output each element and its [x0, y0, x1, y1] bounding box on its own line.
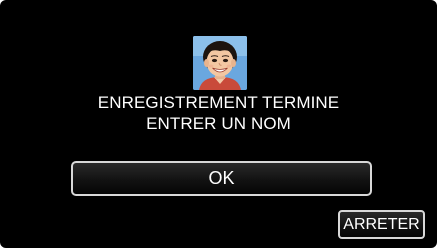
message-line-1: ENREGISTREMENT TERMINE: [97, 93, 340, 112]
stop-button[interactable]: ARRETER: [338, 210, 425, 239]
ok-button-label: OK: [208, 168, 235, 188]
face-photo-icon: [193, 36, 247, 90]
registered-face-thumbnail: [193, 36, 247, 90]
stop-button-label: ARRETER: [343, 215, 420, 233]
status-message: ENREGISTREMENT TERMINE ENTRER UN NOM: [0, 92, 437, 134]
ok-button[interactable]: OK: [71, 161, 372, 196]
face-registration-dialog: ENREGISTREMENT TERMINE ENTRER UN NOM OK …: [0, 0, 437, 248]
message-line-2: ENTRER UN NOM: [146, 114, 291, 133]
